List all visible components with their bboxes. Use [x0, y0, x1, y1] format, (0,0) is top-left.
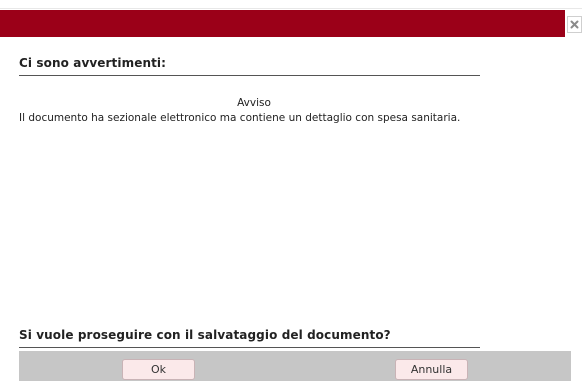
- warning-message: Avviso Il documento ha sezionale elettro…: [19, 97, 499, 124]
- button-bar: Ok Annulla: [19, 351, 571, 381]
- message-title: Avviso: [237, 97, 271, 109]
- ok-button[interactable]: Ok: [122, 359, 195, 380]
- warnings-header: Ci sono avvertimenti:: [19, 56, 480, 76]
- dialog-title-bar[interactable]: [0, 10, 565, 37]
- close-icon: [570, 20, 579, 29]
- message-text: Il documento ha sezionale elettronico ma…: [19, 112, 461, 124]
- warning-dialog: Ci sono avvertimenti: Avviso Il document…: [0, 0, 582, 381]
- dialog-top-edge: [0, 0, 582, 9]
- confirmation-question: Si vuole proseguire con il salvataggio d…: [19, 328, 480, 348]
- cancel-button[interactable]: Annulla: [395, 359, 468, 380]
- close-button[interactable]: [567, 16, 582, 33]
